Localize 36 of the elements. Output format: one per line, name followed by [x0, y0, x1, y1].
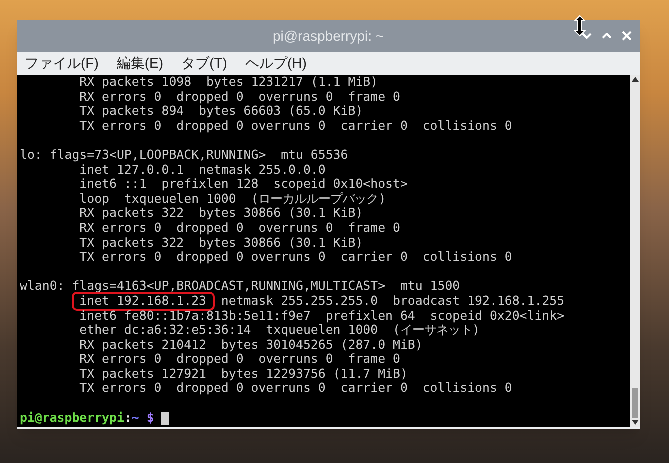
- terminal-line: ether dc:a6:32:e5:36:14 txqueuelen 1000 (イーサネット): [78, 323, 480, 338]
- terminal-line: inet 127.0.0.1 netmask 255.0.0.0: [80, 162, 326, 178]
- resize-cursor-icon: [574, 15, 586, 37]
- menu-item[interactable]: ヘルプ(H): [245, 53, 307, 74]
- terminal-line: netmask 255.255.255.0 broadcast 192.168.1.255: [220, 294, 565, 308]
- menu-item[interactable]: 編集(E): [116, 53, 164, 74]
- terminal-line: TX errors 0 dropped 0 overruns 0 carrier 0 collisions 0: [78, 250, 512, 265]
- scroll-up-icon[interactable]: [632, 77, 638, 82]
- terminal-line: inet6 fe80::1b7a:813b:5e11:f9e7 prefixlen 64 scopeid 0x20<link>: [78, 308, 565, 324]
- menu-item[interactable]: タブ(T): [182, 53, 228, 74]
- terminal-line: RX errors 0 dropped 0 overruns 0 frame 0: [78, 352, 400, 367]
- terminal-line: wlan0: flags=4163<UP,BROADCAST,RUNNING,MULTICAST> mtu 1500: [20, 279, 460, 294]
- terminal-line: loop txqueuelen 1000 (ローカルループバック): [78, 192, 386, 206]
- window-title: pi@raspberrypi: ~: [272, 26, 384, 46]
- scrollbar-thumb[interactable]: [632, 388, 638, 418]
- maximize-icon[interactable]: [602, 33, 612, 39]
- terminal-line: inet6 ::1 prefixlen 128 scopeid 0x10<host>: [78, 177, 408, 192]
- close-icon[interactable]: [622, 31, 632, 41]
- terminal-line: TX packets 894 bytes 66603 (65.0 KiB): [78, 104, 364, 119]
- terminal-line: lo: flags=73<UP,LOOPBACK,RUNNING> mtu 65536: [20, 148, 348, 163]
- menu-item[interactable]: ファイル(F): [25, 53, 99, 74]
- terminal-line: RX errors 0 dropped 0 overruns 0 frame 0: [78, 220, 400, 236]
- terminal-line: TX errors 0 dropped 0 overruns 0 carrier 0 collisions 0: [78, 118, 512, 134]
- circled-text: inet 192.168.1.23: [72, 292, 214, 310]
- terminal-line: TX errors 0 dropped 0 overruns 0 carrier 0 collisions 0: [78, 381, 512, 396]
- scroll-down-icon[interactable]: [632, 420, 638, 425]
- scrollbar[interactable]: [630, 75, 640, 427]
- terminal-line: TX packets 127921 bytes 12293756 (11.7 MiB): [78, 366, 408, 382]
- text-cursor: [161, 412, 170, 426]
- shell-prompt: pi@raspberrypi:~ $: [20, 411, 154, 426]
- terminal-line: TX packets 322 bytes 30866 (30.1 KiB): [78, 236, 364, 250]
- terminal-line: RX packets 210412 bytes 301045265 (287.0 MiB): [78, 338, 423, 352]
- minimize-icon[interactable]: [582, 33, 592, 39]
- terminal-line: RX errors 0 dropped 0 overruns 0 frame 0: [78, 90, 400, 104]
- terminal-line: RX packets 1098 bytes 1231217 (1.1 MiB): [78, 75, 378, 90]
- terminal-line: RX packets 322 bytes 30866 (30.1 KiB): [78, 206, 364, 221]
